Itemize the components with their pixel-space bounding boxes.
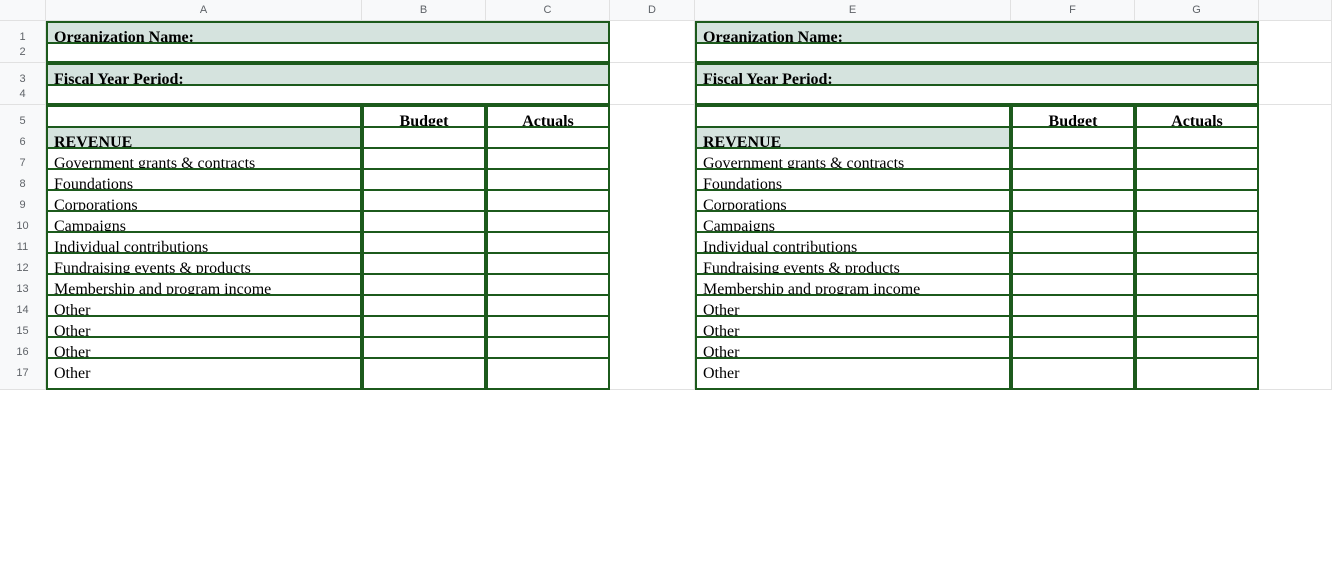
corner-cell[interactable] (0, 0, 46, 21)
data-cell[interactable]: Other (695, 357, 1011, 390)
col-header-F[interactable]: F (1011, 0, 1135, 21)
col-header-G[interactable]: G (1135, 0, 1259, 21)
data-cell[interactable] (362, 357, 486, 390)
data-cell[interactable] (1135, 357, 1259, 390)
col-header-B[interactable]: B (362, 0, 486, 21)
row-header-4[interactable]: 4 (0, 84, 46, 105)
data-cell[interactable] (1011, 357, 1135, 390)
col-header-C[interactable]: C (486, 0, 610, 21)
col-header-extra[interactable] (1259, 0, 1332, 21)
empty-cell[interactable] (610, 42, 695, 63)
row-header-17[interactable]: 17 (0, 357, 46, 390)
col-header-D[interactable]: D (610, 0, 695, 21)
empty-cell[interactable] (1259, 42, 1332, 63)
data-cell[interactable] (46, 42, 610, 63)
empty-cell[interactable] (610, 84, 695, 105)
data-cell[interactable] (695, 84, 1259, 105)
empty-cell[interactable] (610, 357, 695, 390)
col-header-A[interactable]: A (46, 0, 362, 21)
data-cell[interactable] (486, 357, 610, 390)
empty-cell[interactable] (1259, 84, 1332, 105)
empty-cell[interactable] (1259, 357, 1332, 390)
data-cell[interactable] (695, 42, 1259, 63)
data-cell[interactable] (46, 84, 610, 105)
row-header-2[interactable]: 2 (0, 42, 46, 63)
col-header-E[interactable]: E (695, 0, 1011, 21)
data-cell[interactable]: Other (46, 357, 362, 390)
